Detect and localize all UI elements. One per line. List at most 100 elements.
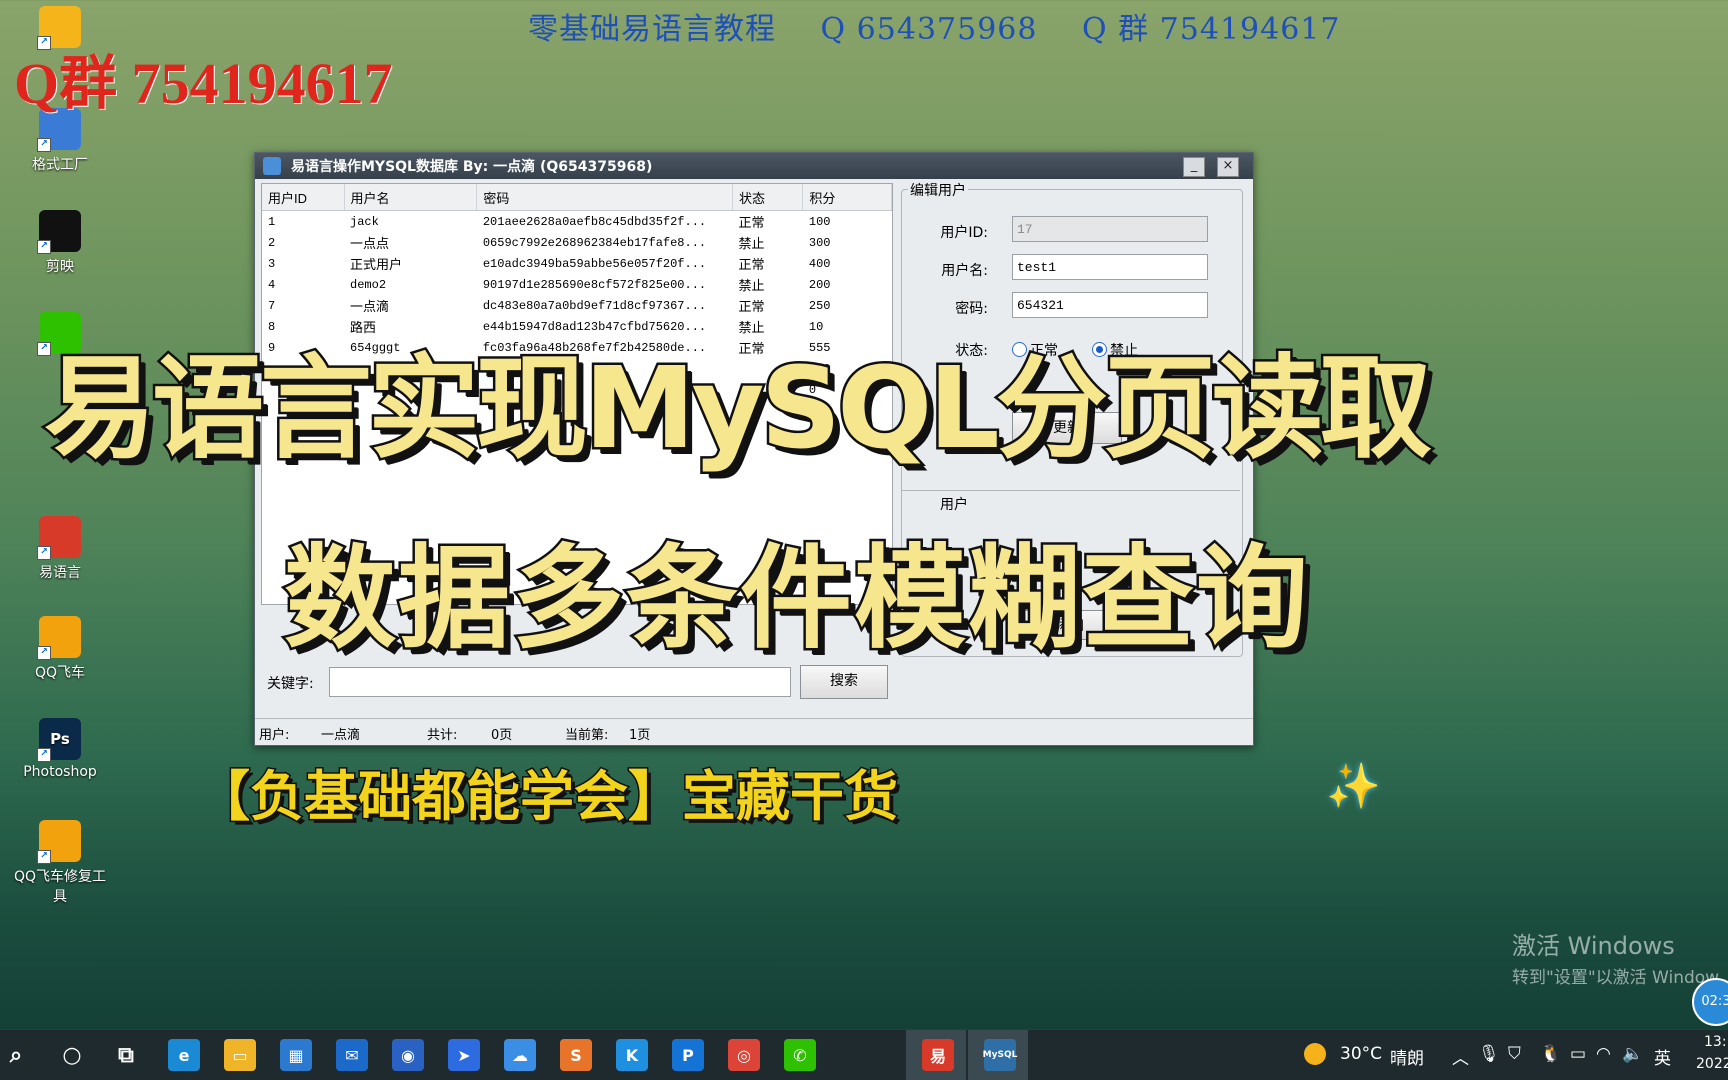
weather-temp[interactable]: 30°C bbox=[1340, 1044, 1382, 1064]
table-cell: 250 bbox=[808, 298, 831, 313]
store-icon[interactable]: ▦ bbox=[280, 1039, 312, 1071]
table-cell: jack bbox=[350, 214, 379, 229]
table-cell: 200 bbox=[808, 277, 831, 292]
mysql-icon[interactable]: MySQL bbox=[983, 1039, 1017, 1071]
desktop-item-label: 格式工厂 bbox=[32, 157, 88, 173]
table-row[interactable]: 7 一点滴 dc483e80a7a0bd9ef71d8cf97367... 正常 250 bbox=[262, 295, 892, 316]
column-header[interactable]: 状态 bbox=[732, 184, 804, 211]
overlay-title-line1: 易语言实现MySQL分页读取 bbox=[42, 342, 1435, 477]
username-label: 用户名: bbox=[941, 263, 988, 279]
clock-date[interactable]: 2022 bbox=[1696, 1056, 1728, 1072]
search-icon[interactable]: ⌕ bbox=[0, 1039, 32, 1071]
weather-desc[interactable]: 晴朗 bbox=[1390, 1044, 1424, 1069]
status-user-label: 用户: bbox=[259, 728, 290, 743]
shortcut-arrow-icon: ↗ bbox=[37, 646, 51, 660]
table-cell: 201aee2628a0aefb8c45dbd35f2f... bbox=[482, 214, 707, 229]
table-cell: 1 bbox=[268, 214, 276, 229]
status-current-value: 1页 bbox=[629, 728, 651, 743]
column-header[interactable]: 积分 bbox=[802, 184, 892, 211]
cortana-icon[interactable]: ○ bbox=[56, 1039, 88, 1071]
wifi-icon[interactable]: ◠ bbox=[1596, 1044, 1611, 1064]
task-view-icon[interactable]: ⧉ bbox=[110, 1039, 142, 1071]
qq-group-text: Q 群 754194617 bbox=[1082, 12, 1341, 47]
desktop-item-8[interactable]: ↗ QQ飞车修复工具 bbox=[12, 820, 108, 906]
chrome-icon[interactable]: ◎ bbox=[728, 1039, 760, 1071]
clock-time[interactable]: 13: bbox=[1704, 1034, 1727, 1050]
qq-group-red-text: Q群 754194617 bbox=[14, 51, 393, 116]
overlay-title-line2: 数据多条件模糊查询 bbox=[282, 532, 1311, 667]
desktop-item-label: 易语言 bbox=[39, 565, 81, 581]
tutorial-text: 零基础易语言教程 bbox=[528, 12, 776, 47]
table-cell: 正常 bbox=[738, 258, 765, 273]
media-icon[interactable]: ◉ bbox=[392, 1039, 424, 1071]
table-cell: 4 bbox=[268, 277, 276, 292]
status-total-value: 0页 bbox=[491, 728, 513, 743]
password-field[interactable]: 654321 bbox=[1012, 292, 1208, 318]
desktop-item-label: Photoshop bbox=[23, 764, 97, 780]
table-cell: 90197d1e285690e8cf572f825e00... bbox=[482, 277, 707, 292]
p-app-icon[interactable]: P bbox=[672, 1039, 704, 1071]
watermark-line2: 转到"设置"以激活 Window bbox=[1512, 968, 1720, 988]
security-shield-icon[interactable]: ⛉ bbox=[1508, 1044, 1521, 1064]
mail-icon[interactable]: ✉ bbox=[336, 1039, 368, 1071]
qq-speed-repair-icon: ↗ bbox=[37, 820, 81, 864]
recording-timer: 02:3 bbox=[1692, 978, 1728, 1026]
status-bar: 用户: 一点滴 共计: 0页 当前第: 1页 bbox=[255, 718, 1253, 745]
table-cell: 禁止 bbox=[738, 279, 765, 294]
sublime-icon[interactable]: S bbox=[560, 1039, 592, 1071]
search-button[interactable]: 搜索 bbox=[800, 665, 888, 699]
watermark-line1: 激活 Windows bbox=[1512, 932, 1675, 960]
keyword-input[interactable] bbox=[329, 667, 791, 697]
baidu-netdisk-icon[interactable]: ☁ bbox=[504, 1039, 536, 1071]
volume-icon[interactable]: 🔈 bbox=[1622, 1044, 1643, 1064]
file-explorer-icon[interactable]: ▭ bbox=[224, 1039, 256, 1071]
column-header[interactable]: 用户ID bbox=[262, 184, 345, 211]
table-cell: 正式用户 bbox=[350, 258, 403, 273]
k-app-icon[interactable]: K bbox=[616, 1039, 648, 1071]
table-cell: 3 bbox=[268, 256, 276, 271]
table-cell: 正常 bbox=[738, 300, 765, 315]
desktop-item-3[interactable]: ↗ 剪映 bbox=[12, 210, 108, 276]
desktop-item-5[interactable]: ↗ 易语言 bbox=[12, 516, 108, 582]
desktop-item-6[interactable]: ↗ QQ飞车 bbox=[12, 616, 108, 682]
column-header[interactable]: 密码 bbox=[476, 184, 733, 211]
password-label: 密码: bbox=[955, 301, 988, 317]
edge-icon[interactable]: e bbox=[168, 1039, 200, 1071]
taskbar: ⌕ ○ ⧉ e ▭ ▦ ✉ ◉ ➤ ☁ S K P ◎ ✆ 易 MySQL 30°C 晴朗 ︿ 🎙 ⛉ 🐧 ▭ … bbox=[0, 1029, 1728, 1080]
shortcut-arrow-icon: ↗ bbox=[37, 546, 51, 560]
table-cell: 禁止 bbox=[738, 237, 765, 252]
qq-tray-icon[interactable]: 🐧 bbox=[1540, 1044, 1561, 1064]
table-cell: 7 bbox=[268, 298, 276, 313]
minimize-button[interactable]: _ bbox=[1183, 157, 1205, 177]
column-header[interactable]: 用户名 bbox=[344, 184, 478, 211]
table-row[interactable]: 1 jack 201aee2628a0aefb8c45dbd35f2f... 正常 10… bbox=[262, 211, 892, 233]
close-button[interactable]: × bbox=[1217, 157, 1239, 177]
table-cell: demo2 bbox=[350, 277, 387, 292]
table-cell: 0659c7992e268962384eb17fafe8... bbox=[482, 235, 707, 250]
shortcut-arrow-icon: ↗ bbox=[37, 138, 51, 152]
table-row[interactable]: 2 一点点 0659c7992e268962384eb17fafe8... 禁止 300 bbox=[262, 232, 892, 253]
e-language-taskbar-icon[interactable]: 易 bbox=[922, 1039, 954, 1071]
wechat-taskbar-icon[interactable]: ✆ bbox=[784, 1039, 816, 1071]
table-cell: 一点点 bbox=[350, 237, 390, 252]
app-database-icon bbox=[263, 157, 281, 175]
status-current-label: 当前第: bbox=[565, 728, 609, 743]
table-cell: 正常 bbox=[738, 216, 765, 231]
table-cell: e10adc3949ba59abbe56e057f20f... bbox=[482, 256, 707, 271]
tray-chevron-icon[interactable]: ︿ bbox=[1452, 1044, 1469, 1069]
input-method-indicator[interactable]: 英 bbox=[1654, 1044, 1671, 1069]
microphone-icon[interactable]: 🎙 bbox=[1478, 1044, 1500, 1064]
desktop-item-7[interactable]: Ps ↗ Photoshop bbox=[12, 718, 108, 780]
table-row[interactable]: 3 正式用户 e10adc3949ba59abbe56e057f20f... 正常 40… bbox=[262, 253, 892, 274]
battery-icon[interactable]: ▭ bbox=[1570, 1044, 1586, 1064]
top-banner: 零基础易语言教程 Q 654375968 Q 群 754194617 bbox=[528, 4, 1374, 48]
table-row[interactable]: 4 demo2 90197d1e285690e8cf572f825e00... 禁止 2… bbox=[262, 274, 892, 295]
e-language-icon: ↗ bbox=[37, 516, 81, 560]
qq-number-text: Q 654375968 bbox=[820, 12, 1038, 47]
username-field[interactable]: test1 bbox=[1012, 254, 1208, 280]
window-titlebar[interactable]: 易语言操作MYSQL数据库 By: 一点滴 (Q654375968) bbox=[255, 153, 1253, 179]
sparkle-icon: ✨ bbox=[1326, 761, 1381, 812]
status-total-label: 共计: bbox=[427, 728, 458, 743]
feishu-icon[interactable]: ➤ bbox=[448, 1039, 480, 1071]
shortcut-arrow-icon: ↗ bbox=[37, 850, 51, 864]
